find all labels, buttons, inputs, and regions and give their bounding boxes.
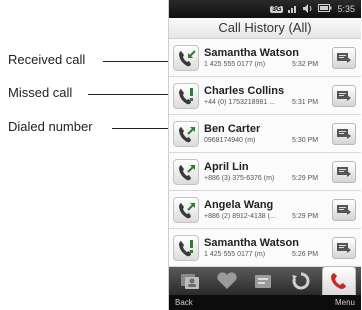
menu-softkey[interactable]: Menu bbox=[335, 298, 355, 307]
call-row[interactable]: Samantha Watson 1 425 555 0177 (m) 5:26 PM bbox=[169, 229, 361, 267]
call-time: 5:26 PM bbox=[292, 251, 319, 258]
call-meta: +886 (2) 8912-4138 (... 5:29 PM bbox=[204, 213, 332, 220]
call-row[interactable]: Charles Collins +44 (0) 1753218981 ... 5:3… bbox=[169, 77, 361, 115]
call-time: 5:29 PM bbox=[292, 175, 319, 182]
dialed-call-icon bbox=[173, 196, 199, 223]
caller-name: Samantha Watson bbox=[204, 237, 299, 249]
bottom-dock bbox=[169, 266, 361, 296]
contacts-tab-icon[interactable] bbox=[174, 269, 206, 293]
network-badge: 3G bbox=[270, 5, 284, 13]
send-message-icon[interactable] bbox=[332, 198, 356, 221]
received-call-icon bbox=[173, 44, 199, 71]
call-history-tab-icon[interactable] bbox=[322, 266, 357, 296]
call-meta: +44 (0) 1753218981 ... 5:31 PM bbox=[204, 99, 332, 106]
volume-icon bbox=[303, 3, 313, 15]
call-row[interactable]: April Lin +886 (3) 375-6376 (m) 5:29 PM bbox=[169, 153, 361, 191]
page-title: Call History (All) bbox=[169, 18, 361, 39]
caller-name: Charles Collins bbox=[204, 85, 285, 97]
dialed-call-icon bbox=[173, 120, 199, 147]
call-row-details: April Lin +886 (3) 375-6376 (m) 5:29 PM bbox=[199, 161, 332, 182]
call-time: 5:29 PM bbox=[292, 213, 319, 220]
callout-missed-label: Missed call bbox=[8, 85, 73, 100]
caller-name: Angela Wang bbox=[204, 199, 274, 211]
call-time: 5:31 PM bbox=[292, 99, 319, 106]
call-meta: 1 425 555 0177 (m) 5:32 PM bbox=[204, 61, 332, 68]
send-message-icon[interactable] bbox=[332, 46, 356, 69]
call-time: 5:30 PM bbox=[292, 137, 319, 144]
call-meta: +886 (3) 375-6376 (m) 5:29 PM bbox=[204, 175, 332, 182]
call-row-details: Samantha Watson 1 425 555 0177 (m) 5:26 PM bbox=[199, 237, 332, 258]
softkey-bar: Back Menu bbox=[169, 295, 361, 310]
callout-dialed-label: Dialed number bbox=[8, 119, 93, 134]
back-softkey[interactable]: Back bbox=[175, 298, 193, 307]
status-time: 5:35 bbox=[337, 3, 355, 14]
call-row-details: Samantha Watson 1 425 555 0177 (m) 5:32 PM bbox=[199, 47, 332, 68]
caller-number: 0968174940 (m) bbox=[204, 137, 256, 144]
caller-number: +886 (2) 8912-4138 (... bbox=[204, 213, 276, 220]
caller-number: +886 (3) 375-6376 (m) bbox=[204, 175, 275, 182]
call-meta: 1 425 555 0177 (m) 5:26 PM bbox=[204, 251, 332, 258]
send-message-icon[interactable] bbox=[332, 122, 356, 145]
missed-call-icon bbox=[173, 234, 199, 261]
phone-screen: 3G 5:35 Call History (All) Samantha Wats… bbox=[168, 0, 361, 310]
call-row-details: Charles Collins +44 (0) 1753218981 ... 5:3… bbox=[199, 85, 332, 106]
call-row-details: Ben Carter 0968174940 (m) 5:30 PM bbox=[199, 123, 332, 144]
caller-name: Ben Carter bbox=[204, 123, 261, 135]
call-row-details: Angela Wang +886 (2) 8912-4138 (... 5:29 P… bbox=[199, 199, 332, 220]
favorites-tab-icon[interactable] bbox=[211, 269, 243, 293]
sync-tab-icon[interactable] bbox=[285, 269, 317, 293]
caller-name: Samantha Watson bbox=[204, 47, 299, 59]
call-time: 5:32 PM bbox=[292, 61, 319, 68]
call-row[interactable]: Angela Wang +886 (2) 8912-4138 (... 5:29 P… bbox=[169, 191, 361, 229]
signal-icon bbox=[288, 4, 298, 15]
caller-number: +44 (0) 1753218981 ... bbox=[204, 99, 276, 106]
caller-number: 1 425 555 0177 (m) bbox=[204, 61, 266, 68]
call-meta: 0968174940 (m) 5:30 PM bbox=[204, 137, 332, 144]
send-message-icon[interactable] bbox=[332, 236, 356, 259]
send-message-icon[interactable] bbox=[332, 84, 356, 107]
battery-icon bbox=[318, 4, 332, 14]
groups-tab-icon[interactable] bbox=[248, 269, 280, 293]
call-history-list: Samantha Watson 1 425 555 0177 (m) 5:32 PM… bbox=[169, 39, 361, 267]
call-row[interactable]: Ben Carter 0968174940 (m) 5:30 PM bbox=[169, 115, 361, 153]
page: Received call Missed call Dialed number … bbox=[0, 0, 362, 310]
callout-received-label: Received call bbox=[8, 52, 86, 67]
dialed-call-icon bbox=[173, 158, 199, 185]
caller-number: 1 425 555 0177 (m) bbox=[204, 251, 266, 258]
send-message-icon[interactable] bbox=[332, 160, 356, 183]
status-bar: 3G 5:35 bbox=[169, 0, 361, 18]
call-row[interactable]: Samantha Watson 1 425 555 0177 (m) 5:32 PM bbox=[169, 39, 361, 77]
missed-call-icon bbox=[173, 82, 199, 109]
caller-name: April Lin bbox=[204, 161, 249, 173]
